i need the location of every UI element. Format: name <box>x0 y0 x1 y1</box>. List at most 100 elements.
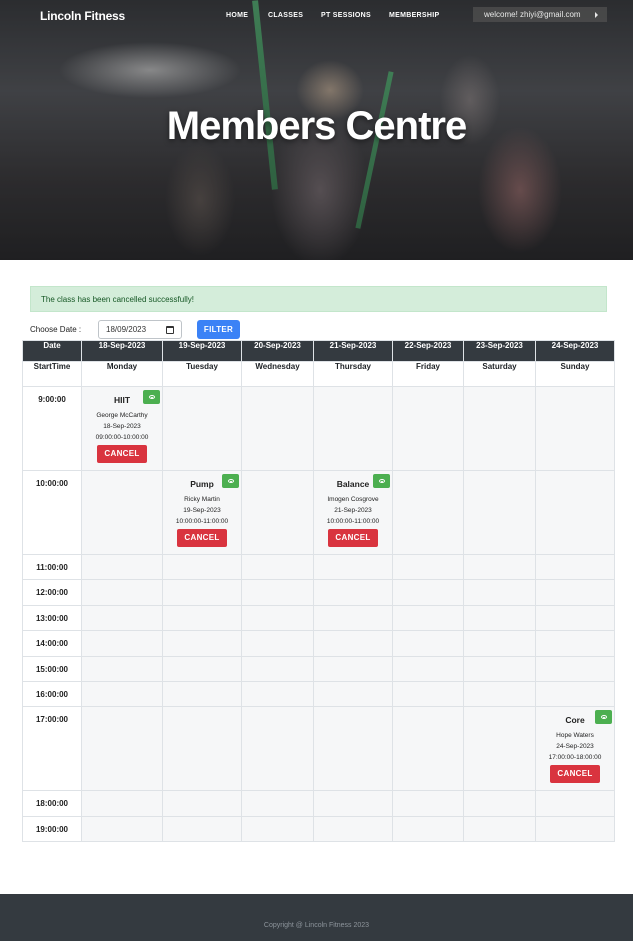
date-input-value: 18/09/2023 <box>106 325 147 334</box>
view-class-button[interactable] <box>373 474 390 488</box>
table-row: 13:00:00 <box>22 604 615 632</box>
cancel-button[interactable]: CANCEL <box>177 529 227 547</box>
welcome-text: welcome! zhiyi@gmail.com <box>484 10 581 19</box>
nav-classes[interactable]: CLASSES <box>268 12 303 19</box>
time-cell: 11:00:00 <box>22 553 82 581</box>
eye-icon <box>378 479 385 483</box>
empty-cell <box>392 470 464 555</box>
empty-cell <box>241 655 314 682</box>
empty-cell <box>241 790 314 817</box>
empty-cell <box>241 630 314 657</box>
column-header: 24-Sep-2023 <box>535 340 615 362</box>
empty-cell <box>535 630 615 657</box>
brand-logo[interactable]: Lincoln Fitness <box>40 9 125 23</box>
class-card-core: Core Hope Waters 24-Sep-2023 17:00:00-18… <box>536 707 614 784</box>
class-date: 24-Sep-2023 <box>556 743 594 751</box>
column-header: 21-Sep-2023 <box>313 340 393 362</box>
empty-cell <box>535 579 615 606</box>
user-menu-button[interactable]: welcome! zhiyi@gmail.com <box>473 7 607 22</box>
column-header: 22-Sep-2023 <box>392 340 464 362</box>
table-row: 16:00:00 <box>22 680 615 708</box>
class-name: Pump <box>190 479 214 489</box>
empty-cell <box>392 553 464 581</box>
empty-cell <box>463 604 536 632</box>
day-header: Tuesday <box>162 361 242 387</box>
table-row: 18:00:00 <box>22 790 615 817</box>
empty-cell <box>463 815 536 843</box>
empty-cell <box>463 470 536 555</box>
column-header: 18-Sep-2023 <box>81 340 163 362</box>
empty-cell <box>392 706 464 792</box>
column-header: 19-Sep-2023 <box>162 340 242 362</box>
nav-pt-sessions[interactable]: PT SESSIONS <box>321 12 371 19</box>
empty-cell <box>392 579 464 606</box>
cancel-button[interactable]: CANCEL <box>97 445 147 463</box>
empty-cell <box>81 790 163 817</box>
empty-cell <box>241 815 314 843</box>
view-class-button[interactable] <box>143 390 160 404</box>
class-time: 17:00:00-18:00:00 <box>548 754 602 762</box>
empty-cell <box>535 470 615 555</box>
column-header: Date <box>22 340 82 362</box>
empty-cell <box>392 680 464 708</box>
empty-cell <box>313 655 393 682</box>
nav-membership[interactable]: MEMBERSHIP <box>389 12 439 19</box>
eye-icon <box>600 715 607 720</box>
class-trainer: Hope Waters <box>556 732 594 740</box>
empty-cell <box>313 553 393 581</box>
day-header: Sunday <box>535 361 615 387</box>
column-header: 23-Sep-2023 <box>463 340 536 362</box>
date-header-row: Date 18-Sep-2023 19-Sep-2023 20-Sep-2023… <box>22 340 615 362</box>
empty-cell <box>162 630 242 657</box>
empty-cell <box>81 604 163 632</box>
class-name: HIIT <box>113 395 131 405</box>
time-cell: 16:00:00 <box>22 680 82 708</box>
empty-cell <box>463 386 536 471</box>
class-time: 09:00:00-10:00:00 <box>95 434 149 441</box>
cancel-button[interactable]: CANCEL <box>550 765 600 784</box>
empty-cell <box>162 655 242 682</box>
class-trainer: Ricky Martin <box>184 496 220 503</box>
day-header: Thursday <box>313 361 393 387</box>
day-header-row: StartTime Monday Tuesday Wednesday Thurs… <box>22 361 615 387</box>
empty-cell <box>162 604 242 632</box>
empty-cell <box>463 579 536 606</box>
table-row: 12:00:00 <box>22 579 615 606</box>
day-header: StartTime <box>22 361 82 387</box>
date-input[interactable]: 18/09/2023 <box>98 320 182 339</box>
empty-cell <box>313 579 393 606</box>
table-row: 19:00:00 <box>22 815 615 843</box>
cancel-button[interactable]: CANCEL <box>328 529 378 547</box>
empty-cell <box>81 470 163 555</box>
class-cell: HIIT George McCarthy 18-Sep-2023 09:00:0… <box>81 386 163 471</box>
copyright-text: Copyright @ Lincoln Fitness 2023 <box>263 922 370 929</box>
empty-cell <box>162 386 242 471</box>
empty-cell <box>392 386 464 471</box>
class-date: 19-Sep-2023 <box>183 507 221 514</box>
table-row: 9:00:00 HIIT George McCarthy 18-Sep-2023… <box>22 386 615 471</box>
filter-button[interactable]: FILTER <box>197 320 240 339</box>
empty-cell <box>241 604 314 632</box>
footer: Copyright @ Lincoln Fitness 2023 <box>0 894 633 941</box>
table-row: 15:00:00 <box>22 655 615 682</box>
empty-cell <box>241 470 314 555</box>
day-header: Wednesday <box>241 361 314 387</box>
empty-cell <box>81 579 163 606</box>
empty-cell <box>535 655 615 682</box>
empty-cell <box>241 706 314 792</box>
calendar-icon[interactable] <box>166 326 174 334</box>
time-cell: 12:00:00 <box>22 579 82 606</box>
class-cell: Pump Ricky Martin 19-Sep-2023 10:00:00-1… <box>162 470 242 555</box>
empty-cell <box>313 680 393 708</box>
empty-cell <box>535 386 615 471</box>
empty-cell <box>463 655 536 682</box>
eye-icon <box>148 395 155 399</box>
view-class-button[interactable] <box>222 474 239 488</box>
class-time: 10:00:00-11:00:00 <box>175 518 229 525</box>
day-header: Saturday <box>463 361 536 387</box>
table-row: 14:00:00 <box>22 630 615 657</box>
view-class-button[interactable] <box>595 710 612 725</box>
success-alert: The class has been cancelled successfull… <box>30 286 607 312</box>
nav-home[interactable]: HOME <box>226 12 248 19</box>
empty-cell <box>313 815 393 843</box>
